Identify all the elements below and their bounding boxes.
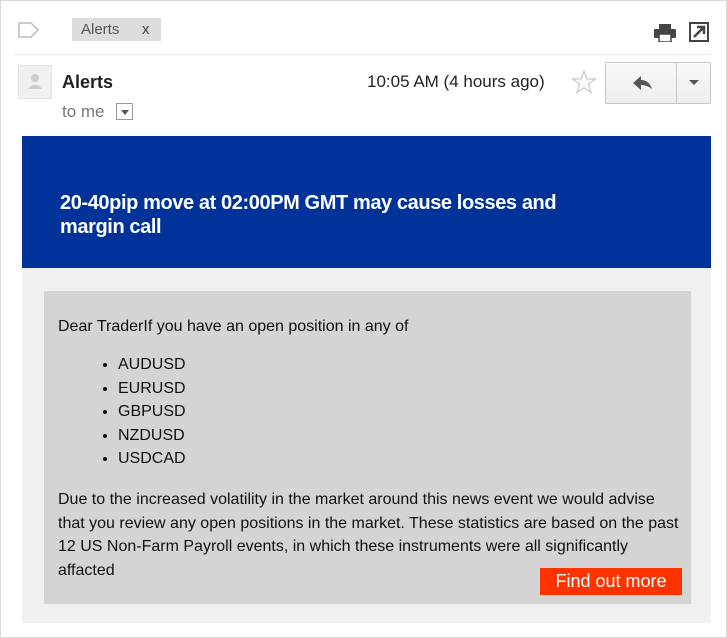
popout-icon[interactable] — [689, 22, 709, 42]
print-icon[interactable] — [654, 24, 676, 42]
label-remove-button[interactable]: x — [142, 21, 150, 38]
reply-button[interactable] — [606, 63, 676, 103]
list-item: AUDUSD — [118, 353, 186, 377]
recipient-label: to me — [62, 102, 105, 121]
label-chip-text: Alerts — [81, 21, 120, 38]
list-item: EURUSD — [118, 377, 186, 401]
content-card: Dear TraderIf you have an open position … — [44, 291, 691, 604]
avatar-icon — [28, 74, 42, 89]
reply-button-group — [605, 62, 711, 104]
label-tag-icon[interactable] — [18, 22, 40, 38]
greeting-text: Dear TraderIf you have an open position … — [58, 318, 409, 335]
email-body: 20-40pip move at 02:00PM GMT may cause l… — [22, 136, 711, 623]
find-out-more-button[interactable]: Find out more — [540, 568, 682, 595]
list-item: GBPUSD — [118, 400, 186, 424]
instrument-list: AUDUSD EURUSD GBPUSD NZDUSD USDCAD — [96, 353, 186, 471]
label-chip[interactable]: Alerts x — [72, 18, 161, 41]
show-details-button[interactable] — [116, 103, 133, 120]
list-item: USDCAD — [118, 447, 186, 471]
banner-headline: 20-40pip move at 02:00PM GMT may cause l… — [60, 192, 557, 238]
avatar — [18, 65, 52, 99]
reply-icon — [633, 76, 652, 90]
sender-name: Alerts — [62, 72, 114, 92]
timestamp: 10:05 AM (4 hours ago) — [367, 72, 545, 91]
label-bar: Alerts x — [1, 1, 726, 53]
header-divider — [14, 54, 711, 55]
list-item: NZDUSD — [118, 424, 186, 448]
more-actions-button[interactable] — [677, 63, 710, 103]
star-icon[interactable] — [571, 69, 597, 95]
banner: 20-40pip move at 02:00PM GMT may cause l… — [22, 136, 711, 268]
